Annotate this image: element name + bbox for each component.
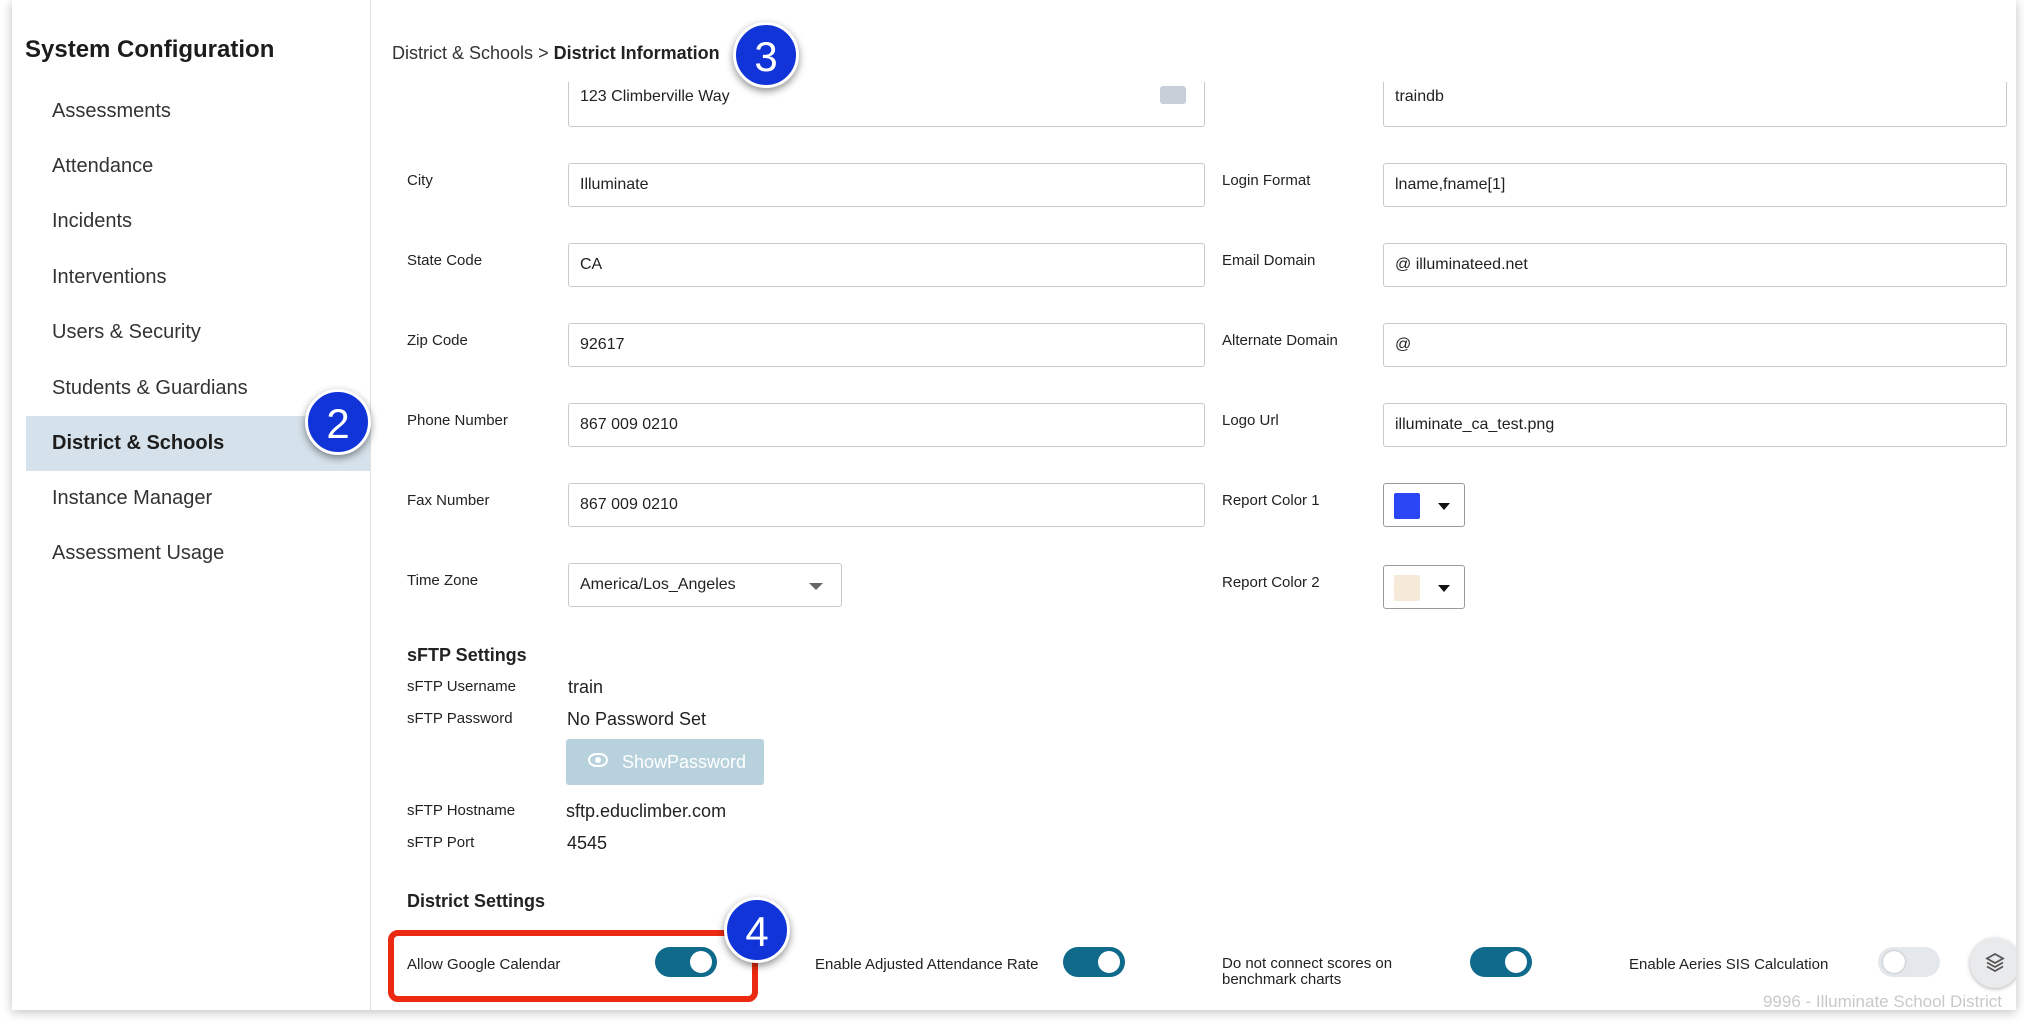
zip-code-label: Zip Code (407, 332, 468, 349)
sidebar-item-assessments[interactable]: Assessments (26, 84, 370, 139)
chevron-down-icon (809, 583, 823, 590)
adjusted-attendance-toggle[interactable] (1063, 947, 1125, 977)
sidebar-title: System Configuration (25, 36, 275, 63)
report-color-1-label: Report Color 1 (1222, 492, 1320, 509)
adjusted-attendance-label: Enable Adjusted Attendance Rate (815, 956, 1039, 973)
show-password-button[interactable]: ShowPassword (566, 739, 764, 785)
login-format-input[interactable]: lname,fname[1] (1383, 163, 2007, 207)
sidebar-item-assessment-usage[interactable]: Assessment Usage (26, 526, 370, 581)
city-input[interactable]: Illuminate (568, 163, 1205, 207)
logo-url-input[interactable]: illuminate_ca_test.png (1383, 403, 2007, 447)
alternate-domain-label: Alternate Domain (1222, 332, 1338, 349)
sftp-username-value: train (568, 677, 604, 697)
district-footer: 9996 - Illuminate School District (1762, 992, 2002, 1010)
email-domain-label: Email Domain (1222, 252, 1316, 269)
report-color-1-picker[interactable] (1383, 483, 1465, 527)
aeries-sis-toggle[interactable] (1878, 947, 1940, 977)
callout-badge-3: 3 (733, 22, 799, 88)
phone-number-input[interactable]: 867 009 0210 (568, 403, 1205, 447)
alternate-domain-input[interactable]: @ (1383, 323, 2007, 367)
phone-number-label: Phone Number (407, 412, 508, 429)
sftp-hostname-label: sFTP Hostname (407, 802, 516, 819)
sftp-settings-title: sFTP Settings (407, 645, 527, 665)
sidebar: System Configuration Assessments Attenda… (12, 0, 371, 1010)
sftp-password-value: No Password Set (567, 709, 707, 729)
report-color-2-picker[interactable] (1383, 565, 1465, 609)
state-code-input[interactable]: CA (568, 243, 1205, 287)
time-zone-label: Time Zone (407, 572, 479, 589)
caret-down-icon (1438, 585, 1450, 592)
app-window: System Configuration Assessments Attenda… (12, 0, 2016, 1010)
zip-code-input[interactable]: 92617 (568, 323, 1205, 367)
street-input[interactable]: 123 Climberville Way (568, 82, 1205, 127)
layers-button[interactable] (1970, 938, 2016, 988)
sidebar-item-incidents[interactable]: Incidents (26, 194, 370, 249)
sidebar-item-users-security[interactable]: Users & Security (26, 305, 370, 360)
toggle-knob (1883, 951, 1905, 973)
sidebar-item-interventions[interactable]: Interventions (26, 250, 370, 305)
time-zone-select[interactable]: America/Los_Angeles (568, 563, 842, 607)
eye-icon (588, 753, 608, 767)
time-zone-value: America/Los_Angeles (580, 576, 736, 593)
benchmark-charts-toggle[interactable] (1470, 947, 1532, 977)
sftp-port-value: 4545 (567, 833, 608, 853)
breadcrumb: District & Schools > District Informatio… (392, 43, 720, 64)
city-label: City (407, 172, 433, 189)
sftp-hostname-value: sftp.educlimber.com (566, 801, 727, 821)
fax-number-label: Fax Number (407, 492, 490, 509)
district-settings-title: District Settings (407, 891, 546, 911)
report-color-2-label: Report Color 2 (1222, 574, 1320, 591)
sftp-username-label: sFTP Username (407, 678, 516, 695)
callout-badge-4: 4 (724, 897, 790, 963)
ftp-directory-input[interactable]: traindb (1383, 82, 2007, 127)
fax-number-input[interactable]: 867 009 0210 (568, 483, 1205, 527)
login-format-label: Login Format (1222, 172, 1311, 189)
sidebar-item-instance-manager[interactable]: Instance Manager (26, 471, 370, 526)
layers-icon (1985, 952, 2005, 973)
report-color-2-swatch (1394, 575, 1420, 601)
calendar-icon[interactable] (1160, 86, 1186, 104)
sftp-password-label: sFTP Password (407, 710, 513, 727)
state-code-label: State Code (407, 252, 483, 269)
toggle-knob (1098, 951, 1120, 973)
callout-badge-2: 2 (305, 389, 371, 455)
sidebar-item-attendance[interactable]: Attendance (26, 139, 370, 194)
breadcrumb-separator: > (538, 43, 549, 63)
show-password-label: ShowPassword (622, 752, 747, 772)
ftp-directory-value: traindb (1395, 88, 1444, 105)
logo-url-label: Logo Url (1222, 412, 1279, 429)
toggle-knob (1505, 951, 1527, 973)
breadcrumb-current: District Information (553, 43, 720, 63)
breadcrumb-parent[interactable]: District & Schools (392, 43, 533, 63)
caret-down-icon (1438, 503, 1450, 510)
report-color-1-swatch (1394, 493, 1420, 519)
sftp-port-label: sFTP Port (407, 834, 475, 851)
highlight-box (388, 930, 758, 1002)
email-domain-input[interactable]: @ illuminateed.net (1383, 243, 2007, 287)
aeries-sis-label: Enable Aeries SIS Calculation (1629, 956, 1829, 973)
benchmark-charts-label: Do not connect scores on benchmark chart… (1222, 955, 1393, 988)
street-value: 123 Climberville Way (580, 88, 730, 105)
